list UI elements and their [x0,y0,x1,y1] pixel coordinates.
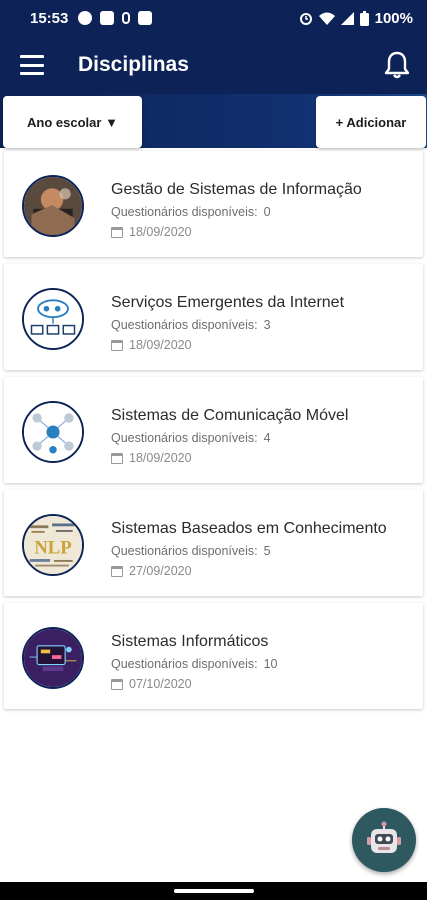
course-avatar-people-network [22,401,84,463]
p-icon [78,11,93,25]
calendar-icon [111,678,123,690]
quiz-count: Questionários disponíveis: 10 [111,657,278,671]
quiz-count: Questionários disponíveis: 3 [111,318,271,332]
app-bar: Disciplinas [0,36,427,94]
course-avatar-business-photo [22,175,84,237]
course-date: 07/10/2020 [111,677,192,691]
add-button[interactable]: + Adicionar [316,96,426,148]
quiz-count: Questionários disponíveis: 0 [111,205,271,219]
robot-assistant-button[interactable] [352,808,416,872]
quiz-count: Questionários disponíveis: 5 [111,544,271,558]
status-right-icons: 100% [299,10,413,27]
signal-icon [340,11,354,25]
course-date: 18/09/2020 [111,451,192,465]
course-card[interactable]: Sistemas Informáticos Questionários disp… [4,603,423,709]
course-card[interactable]: Serviços Emergentes da Internet Question… [4,264,423,370]
status-left-icons [78,11,153,25]
course-date: 27/09/2020 [111,564,192,578]
location-icon [122,12,131,24]
course-title: Serviços Emergentes da Internet [111,294,345,311]
course-avatar-computer-circuit [22,627,84,689]
course-card[interactable]: Gestão de Sistemas de Informação Questio… [4,151,423,257]
calendar-icon [111,339,123,351]
sigma-icon [138,11,153,25]
calendar-notification-icon [100,11,115,25]
course-card[interactable]: NLP Sistemas Baseados em Conhecimento Qu… [4,490,423,596]
quiz-count: Questionários disponíveis: 4 [111,431,271,445]
course-date: 18/09/2020 [111,225,192,239]
filter-toolbar: Ano escolar ▼ + Adicionar [0,94,427,148]
course-card[interactable]: Sistemas de Comunicação Móvel Questionár… [4,377,423,483]
bell-icon[interactable] [383,50,411,80]
system-navigation-bar [0,882,427,900]
home-gesture-handle[interactable] [174,889,254,893]
course-title: Gestão de Sistemas de Informação [111,181,362,198]
hamburger-menu-icon[interactable] [20,55,44,75]
page-title: Disciplinas [78,53,189,76]
course-avatar-cloud-network [22,288,84,350]
calendar-icon [111,565,123,577]
battery-icon [359,10,369,26]
status-bar: 15:53 100% [0,0,427,36]
robot-icon [367,821,401,853]
svg-text:NLP: NLP [34,537,71,558]
alarm-icon [299,13,312,25]
battery-percent: 100% [374,9,413,27]
course-date: 18/09/2020 [111,338,192,352]
course-avatar-nlp-wordcloud: NLP [22,514,84,576]
course-title: Sistemas de Comunicação Móvel [111,407,349,424]
school-year-dropdown[interactable]: Ano escolar ▼ [3,96,142,148]
status-time: 15:53 [30,9,69,27]
calendar-icon [111,452,123,464]
course-title: Sistemas Informáticos [111,633,269,650]
course-title: Sistemas Baseados em Conhecimento [111,520,387,537]
wifi-icon [318,12,335,25]
calendar-icon [111,226,123,238]
